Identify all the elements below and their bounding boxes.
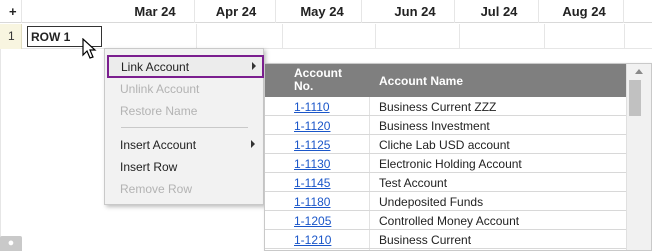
submenu-arrow-icon: [252, 62, 256, 70]
context-menu: Link Account Unlink Account Restore Name…: [104, 48, 264, 205]
account-submenu: Account No. Account Name 1-1110 Business…: [264, 63, 652, 251]
menu-item-label: Link Account: [121, 60, 190, 74]
account-list: 1-1110 Business Current ZZZ 1-1120 Busin…: [265, 97, 626, 249]
menu-separator: [121, 127, 248, 128]
account-name: Test Account: [379, 176, 448, 190]
account-row[interactable]: 1-1205 Controlled Money Account: [265, 211, 626, 230]
bottom-tab-icon[interactable]: ●: [0, 236, 22, 251]
column-divider: [282, 24, 283, 49]
column-header-account-no: Account No.: [294, 66, 342, 93]
month-header: Mar 24: [116, 0, 195, 23]
menu-item-insert-account[interactable]: Insert Account: [105, 133, 263, 155]
menu-item-insert-row[interactable]: Insert Row: [105, 155, 263, 177]
column-divider: [375, 24, 376, 49]
row-number: 1: [0, 24, 22, 49]
menu-item-label: Remove Row: [120, 182, 193, 196]
column-header-account-name: Account Name: [379, 74, 464, 88]
account-number-link[interactable]: 1-1110: [294, 100, 330, 114]
menu-item-label: Unlink Account: [120, 82, 200, 96]
mouse-pointer-icon: [82, 38, 97, 59]
account-row[interactable]: 1-1145 Test Account: [265, 173, 626, 192]
account-name: Controlled Money Account: [379, 214, 520, 228]
scrollbar-thumb[interactable]: [629, 80, 641, 116]
column-divider: [196, 24, 197, 49]
menu-item-restore-name: Restore Name: [105, 99, 263, 121]
account-number-link[interactable]: 1-1130: [294, 157, 330, 171]
account-row[interactable]: 1-1130 Electronic Holding Account: [265, 154, 626, 173]
month-header: Jun 24: [376, 0, 455, 23]
account-row[interactable]: 1-1120 Business Investment: [265, 116, 626, 135]
account-row[interactable]: 1-1180 Undeposited Funds: [265, 192, 626, 211]
grid-left-border: [0, 49, 1, 251]
account-name: Cliche Lab USD account: [379, 138, 510, 152]
account-number-link[interactable]: 1-1125: [294, 138, 330, 152]
account-row[interactable]: 1-1125 Cliche Lab USD account: [265, 135, 626, 154]
column-divider: [624, 24, 625, 49]
account-row[interactable]: 1-1110 Business Current ZZZ: [265, 97, 626, 116]
month-header: May 24: [283, 0, 362, 23]
account-row[interactable]: 1-1210 Business Current: [265, 230, 626, 249]
menu-item-link-account[interactable]: Link Account: [107, 55, 264, 78]
column-header-row: + Mar 24 Apr 24 May 24 Jun 24 Jul 24 Aug…: [0, 0, 652, 23]
account-name: Electronic Holding Account: [379, 157, 522, 171]
account-table-header: Account No. Account Name: [265, 64, 626, 97]
submenu-arrow-icon: [251, 140, 255, 148]
account-name: Business Investment: [379, 119, 490, 133]
menu-item-unlink-account: Unlink Account: [105, 77, 263, 99]
scroll-up-arrow-icon[interactable]: [635, 69, 643, 74]
account-number-link[interactable]: 1-1205: [294, 214, 331, 228]
menu-item-remove-row: Remove Row: [105, 177, 263, 199]
account-name: Business Current ZZZ: [379, 100, 497, 114]
account-name: Undeposited Funds: [379, 195, 484, 209]
scrollbar[interactable]: [626, 64, 651, 250]
add-column-button[interactable]: +: [0, 0, 22, 23]
account-number-link[interactable]: 1-1180: [294, 195, 330, 209]
menu-item-label: Insert Account: [120, 138, 197, 152]
month-header: Jul 24: [460, 0, 539, 23]
month-header: Aug 24: [545, 0, 624, 23]
menu-item-label: Insert Row: [120, 160, 178, 174]
account-number-link[interactable]: 1-1120: [294, 119, 330, 133]
account-number-link[interactable]: 1-1145: [294, 176, 330, 190]
column-divider: [544, 24, 545, 49]
account-number-link[interactable]: 1-1210: [294, 233, 331, 247]
column-divider: [459, 24, 460, 49]
month-header: Apr 24: [197, 0, 276, 23]
account-name: Business Current: [379, 233, 472, 247]
menu-item-label: Restore Name: [120, 104, 198, 118]
